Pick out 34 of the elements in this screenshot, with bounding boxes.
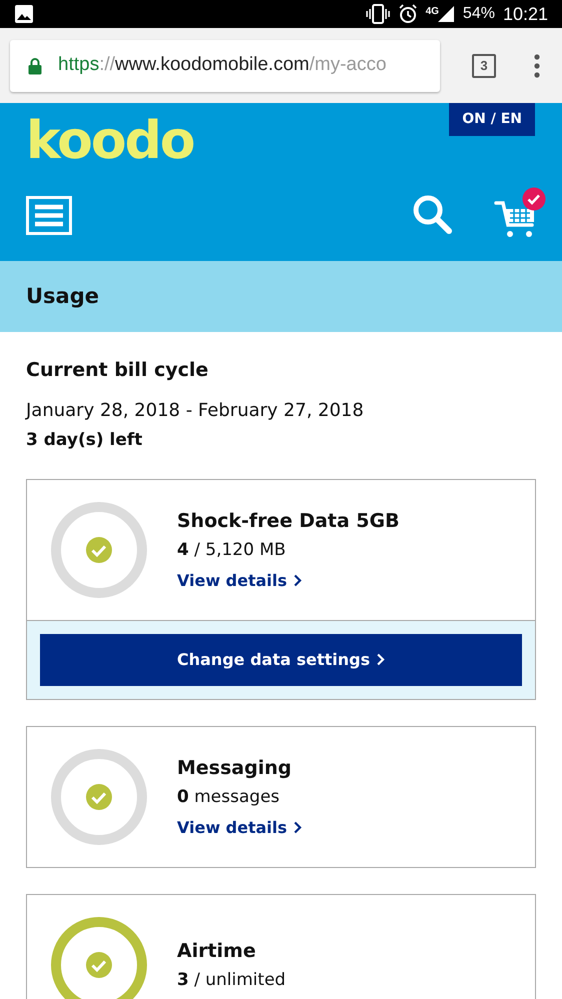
alarm-icon [398, 4, 418, 24]
clock: 10:21 [502, 2, 548, 26]
vibrate-icon [366, 4, 390, 24]
chevron-icon [293, 821, 302, 834]
chevron-icon [376, 653, 385, 666]
search-icon[interactable] [412, 194, 454, 236]
signal-icon [436, 5, 455, 23]
lock-icon [28, 56, 42, 74]
tab-count-button[interactable]: 3 [472, 54, 496, 78]
change-settings-button[interactable]: Change data settings [40, 634, 522, 686]
section-title: Current bill cycle [26, 358, 210, 383]
usage-amount: 4 / 5,120 MB [177, 538, 287, 562]
plan-title: Shock-free Data 5GB [177, 509, 400, 534]
plan-title: Messaging [177, 756, 292, 781]
menu-icon[interactable] [534, 54, 540, 78]
menu-icon[interactable] [26, 196, 72, 234]
address-bar[interactable]: https://www.koodomobile.com/my-acco [10, 40, 440, 92]
usage-amount: 0 messages [177, 786, 281, 808]
view-details-link[interactable]: View details [177, 569, 302, 593]
check-icon [86, 537, 112, 563]
check-icon [86, 952, 112, 978]
plan-title: Airtime [177, 939, 257, 964]
bill-dates: January 28, 2018 - February 27, 2018 [26, 398, 365, 422]
chevron-icon [293, 574, 302, 587]
image-icon [14, 4, 34, 24]
usage-amount: 3 / unlimited [177, 968, 286, 992]
days-left: 3 day(s) left [26, 428, 144, 452]
url-text: https://www.koodomobile.com/my-acco [58, 53, 386, 78]
view-details-link[interactable]: View details [177, 816, 302, 840]
page-title: Usage [26, 282, 99, 310]
battery-level: 54% [462, 4, 495, 24]
language-toggle[interactable]: ON / EN [449, 103, 535, 136]
network-label: 4G [426, 4, 439, 18]
check-icon [86, 784, 112, 810]
